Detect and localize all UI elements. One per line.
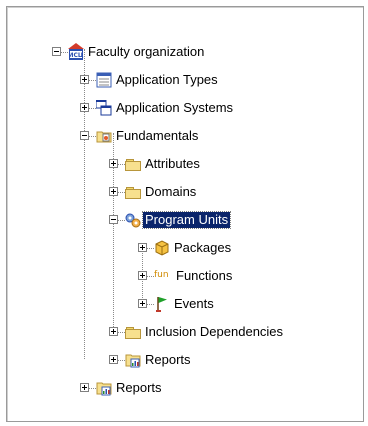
multiple-windows-icon	[95, 99, 112, 116]
tree-connector-line	[147, 248, 154, 249]
tree-node-attributes[interactable]: Attributes	[109, 154, 289, 174]
tree-connector-line	[61, 52, 68, 53]
tree-node-domains[interactable]: Domains	[109, 182, 289, 202]
organization-logo-icon: ИСЦ	[68, 43, 84, 60]
tree-node-label[interactable]: Packages	[172, 240, 233, 256]
tree-node-program-units[interactable]: Program Units	[109, 210, 309, 230]
folder-icon	[125, 184, 141, 200]
tree-node-packages[interactable]: Packages	[138, 238, 298, 258]
expand-button[interactable]	[138, 299, 147, 308]
tree-connector-line	[147, 276, 154, 277]
tree-connector-line	[118, 332, 125, 333]
tree-node-application-types[interactable]: Application Types	[80, 70, 300, 90]
tree-node-application-systems[interactable]: Application Systems	[80, 98, 310, 118]
tree-node-label[interactable]: Reports	[114, 380, 164, 396]
tree-connector-line	[118, 164, 125, 165]
expand-button[interactable]	[109, 187, 118, 196]
expand-button[interactable]	[138, 243, 147, 252]
tree-connector-line	[89, 80, 96, 81]
expand-button[interactable]	[138, 271, 147, 280]
tree-node-label[interactable]: Fundamentals	[114, 128, 200, 144]
tree-node-label[interactable]: Application Systems	[114, 100, 235, 116]
expand-button[interactable]	[109, 327, 118, 336]
tree-node-label[interactable]: Reports	[143, 352, 193, 368]
tree-node-label[interactable]: Domains	[143, 184, 198, 200]
tree-view-panel: ИСЦ Faculty organization Application Typ…	[6, 6, 364, 422]
fun-icon: fun	[154, 268, 174, 284]
tree-node-label[interactable]: Inclusion Dependencies	[143, 324, 285, 340]
tree-node-root[interactable]: ИСЦ Faculty organization	[52, 42, 302, 62]
tree-node-fundamentals[interactable]: Fundamentals	[80, 126, 280, 146]
expand-button[interactable]	[109, 355, 118, 364]
logo-text: ИСЦ	[69, 52, 84, 59]
folder-doc-icon	[96, 128, 112, 144]
flag-icon	[154, 296, 170, 312]
fun-icon-text: fun	[154, 270, 169, 280]
reports-icon	[125, 352, 141, 368]
table-window-icon	[96, 72, 112, 88]
tree-node-label[interactable]: Events	[172, 296, 216, 312]
gears-icon	[125, 212, 141, 228]
folder-icon	[125, 156, 141, 172]
collapse-button[interactable]	[80, 131, 89, 140]
tree-node-reports-inner[interactable]: Reports	[109, 350, 269, 370]
tree-connector-line	[147, 304, 154, 305]
tree-connector-line	[118, 192, 125, 193]
tree-connector-line	[89, 108, 96, 109]
expand-button[interactable]	[80, 383, 89, 392]
tree-node-label[interactable]: Faculty organization	[86, 44, 206, 60]
collapse-button[interactable]	[52, 47, 61, 56]
package-icon	[154, 240, 170, 256]
expand-button[interactable]	[109, 159, 118, 168]
folder-icon	[125, 324, 141, 340]
tree-node-events[interactable]: Events	[138, 294, 298, 314]
tree-node-reports-outer[interactable]: Reports	[80, 378, 240, 398]
tree-connector-line	[84, 49, 85, 359]
tree-node-label[interactable]: Application Types	[114, 72, 220, 88]
collapse-button[interactable]	[109, 215, 118, 224]
reports-icon	[96, 380, 112, 396]
tree-node-label[interactable]: Functions	[174, 268, 234, 284]
tree-connector-line	[89, 388, 96, 389]
expand-button[interactable]	[80, 103, 89, 112]
expand-button[interactable]	[80, 75, 89, 84]
tree-connector-line	[89, 136, 96, 137]
tree-connector-line	[118, 220, 125, 221]
tree-node-inclusion-dependencies[interactable]: Inclusion Dependencies	[109, 322, 339, 342]
tree-node-label[interactable]: Program Units	[141, 211, 232, 229]
tree-node-label[interactable]: Attributes	[143, 156, 202, 172]
tree-node-functions[interactable]: fun Functions	[138, 266, 298, 286]
tree-connector-line	[118, 360, 125, 361]
